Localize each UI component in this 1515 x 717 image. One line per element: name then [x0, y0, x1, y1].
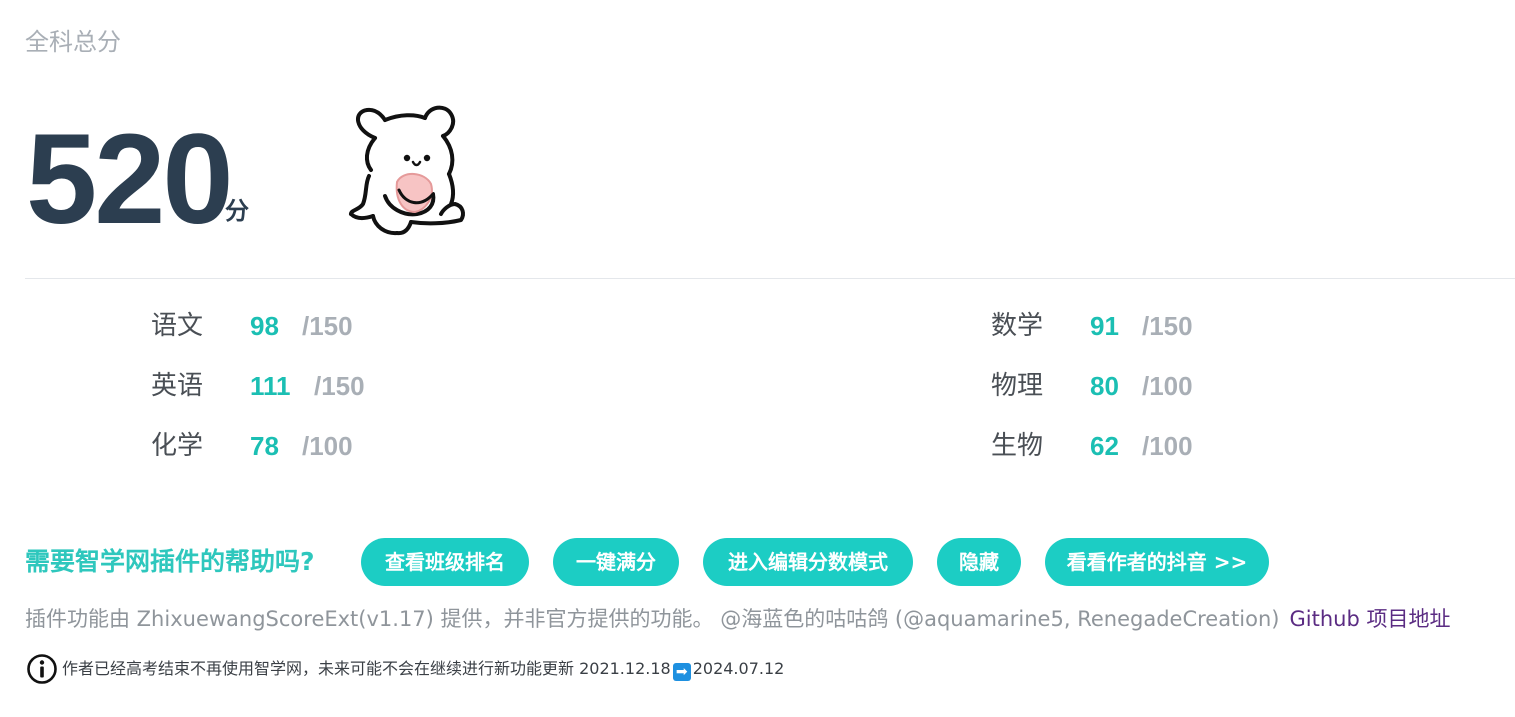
subject-score: 80 [1090, 371, 1119, 401]
subject-full-marks: /100 [1142, 371, 1193, 401]
bear-illustration [349, 105, 465, 236]
subject-score: 78 [250, 431, 279, 461]
total-score-unit: 分 [225, 197, 249, 225]
score-page: 全科总分 520 分 语文 98 /150 数学 91 /150 英语 111 … [0, 0, 1515, 717]
subject-name: 英语 [151, 371, 204, 401]
divider [25, 278, 1515, 279]
subject-full-marks: /100 [1142, 431, 1193, 461]
subject-name: 数学 [991, 311, 1044, 341]
subject-full-marks: /100 [302, 431, 353, 461]
subject-name: 语文 [151, 311, 204, 341]
subject-full-marks: /150 [314, 371, 365, 401]
subject-name: 化学 [151, 431, 204, 461]
hide-button[interactable]: 隐藏 [937, 538, 1021, 586]
notice-text: 作者已经高考结束不再使用智学网，未来可能不会在继续进行新功能更新 2021.12… [62, 652, 784, 686]
edit-score-mode-button[interactable]: 进入编辑分数模式 [703, 538, 913, 586]
notice-end-date: 2024.07.12 [692, 659, 785, 678]
notice-message: 作者已经高考结束不再使用智学网，未来可能不会在继续进行新功能更新 2021.12… [62, 659, 671, 678]
section-title: 全科总分 [25, 28, 121, 56]
subject-name: 生物 [991, 431, 1044, 461]
info-icon [27, 654, 57, 684]
subject-full-marks: /150 [302, 311, 353, 341]
total-score-value: 520 [26, 108, 234, 251]
view-class-rank-button[interactable]: 查看班级排名 [361, 538, 529, 586]
plugin-credit: 插件功能由 ZhixuewangScoreExt(v1.17) 提供，并非官方提… [25, 604, 1450, 634]
github-link[interactable]: Github 项目地址 [1289, 607, 1450, 631]
subject-score: 111 [250, 371, 291, 401]
full-score-button[interactable]: 一键满分 [553, 538, 679, 586]
subject-score: 91 [1090, 311, 1119, 341]
subject-score: 62 [1090, 431, 1119, 461]
arrow-right-icon: ➡ [672, 663, 691, 681]
author-douyin-button[interactable]: 看看作者的抖音 >> [1045, 538, 1269, 586]
subject-name: 物理 [991, 371, 1044, 401]
subject-full-marks: /150 [1142, 311, 1193, 341]
subject-score: 98 [250, 311, 279, 341]
credit-text: 插件功能由 ZhixuewangScoreExt(v1.17) 提供，并非官方提… [25, 607, 1280, 631]
plugin-help-title: 需要智学网插件的帮助吗? [25, 547, 315, 576]
